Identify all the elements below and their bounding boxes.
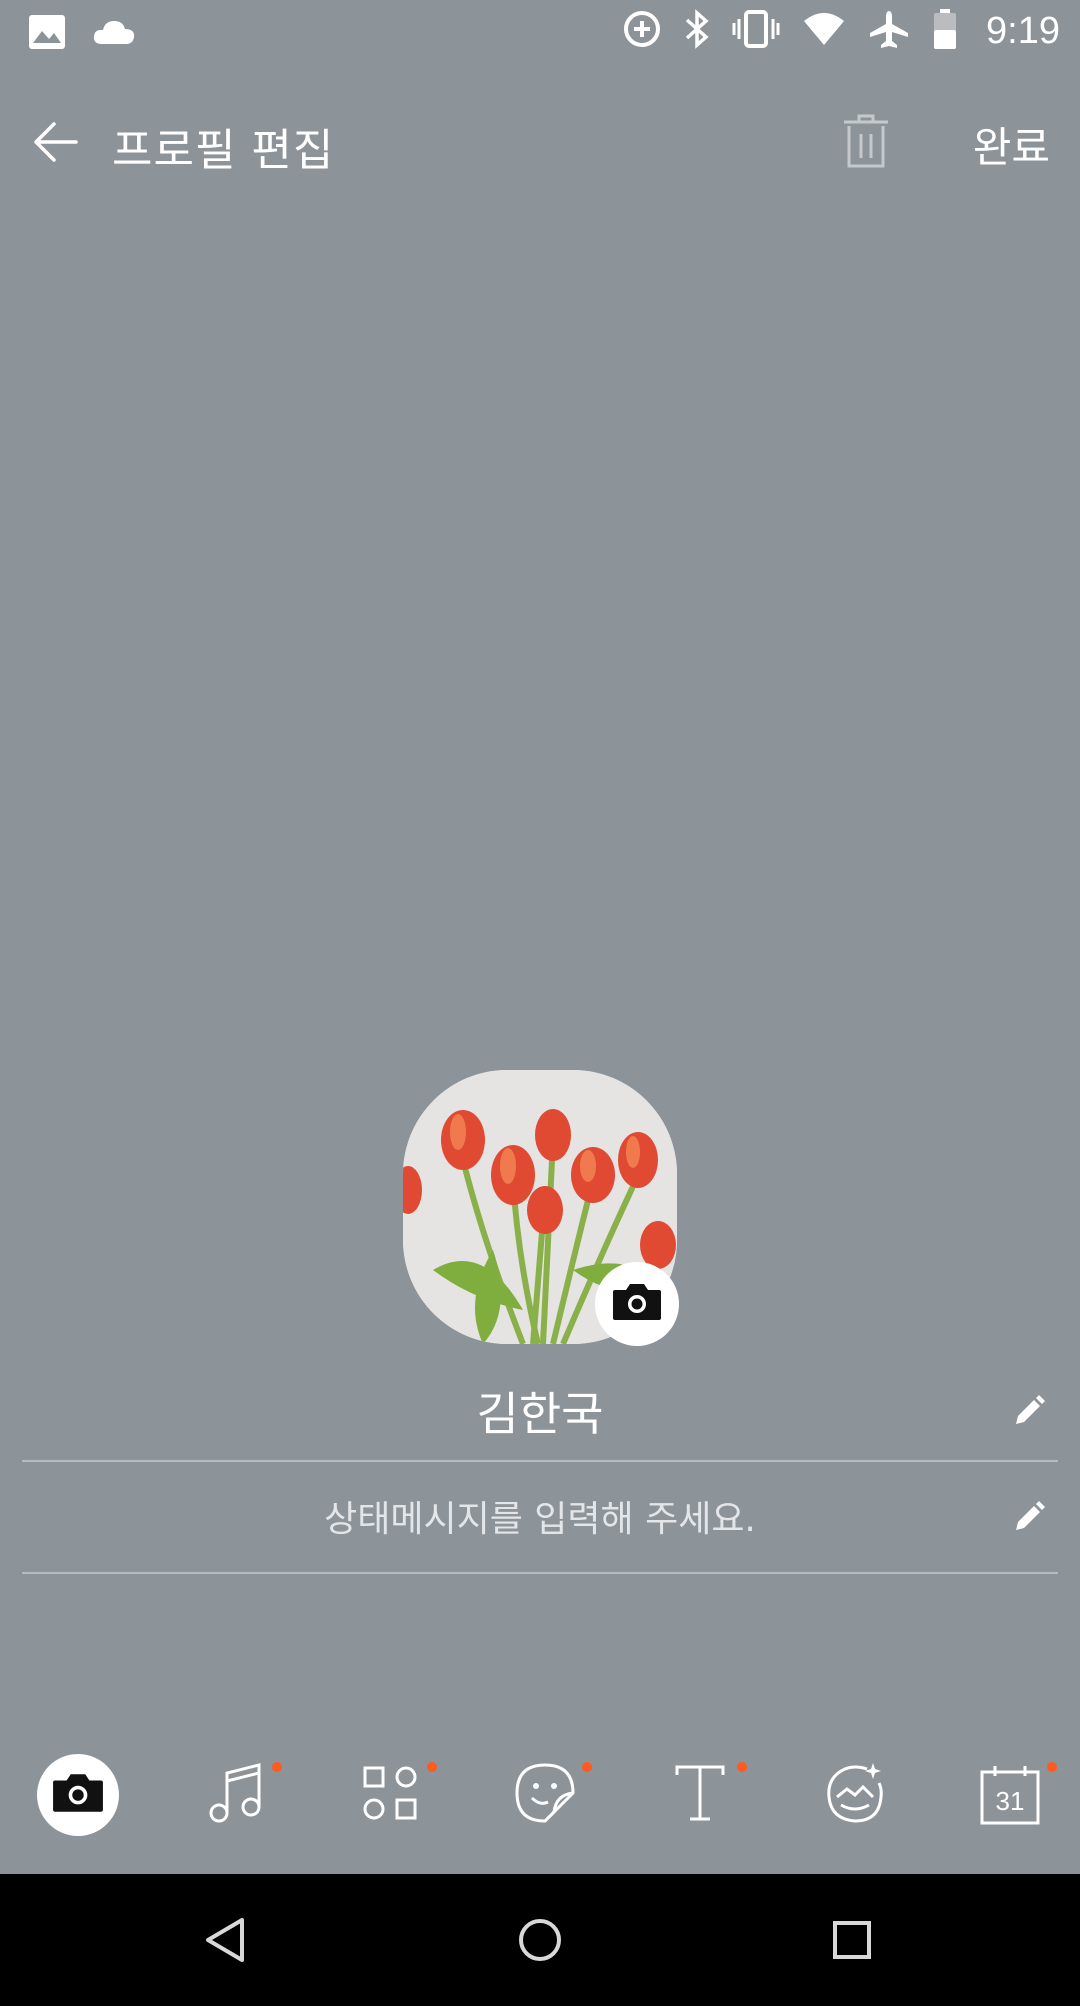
new-dot bbox=[272, 1762, 282, 1772]
new-dot bbox=[582, 1762, 592, 1772]
bluetooth-icon bbox=[684, 9, 710, 53]
circle-home-icon bbox=[510, 1919, 570, 1974]
calendar-day-label: 31 bbox=[995, 1786, 1025, 1816]
profile-photo-container bbox=[403, 1070, 679, 1346]
pencil-icon[interactable] bbox=[1012, 1394, 1046, 1428]
tool-calendar[interactable]: 31 bbox=[955, 1740, 1065, 1850]
delete-button[interactable] bbox=[840, 112, 892, 170]
profile-name: 김한국 bbox=[476, 1387, 604, 1441]
pencil-icon[interactable] bbox=[1012, 1500, 1046, 1534]
tool-widgets[interactable] bbox=[335, 1740, 445, 1850]
widgets-icon bbox=[362, 1765, 418, 1825]
effect-icon bbox=[823, 1761, 887, 1829]
tool-photo[interactable] bbox=[37, 1754, 119, 1836]
trash-icon bbox=[840, 114, 892, 174]
system-nav-bar bbox=[0, 1874, 1080, 2006]
done-button[interactable]: 완료 bbox=[973, 114, 1050, 175]
page-title: 프로필 편집 bbox=[112, 125, 335, 176]
name-row[interactable]: 김한국 bbox=[22, 1370, 1058, 1462]
triangle-back-icon bbox=[198, 1918, 258, 1974]
tool-sticker[interactable] bbox=[490, 1740, 600, 1850]
back-button[interactable] bbox=[28, 114, 84, 170]
square-recents-icon bbox=[822, 1921, 882, 1974]
new-dot bbox=[1047, 1762, 1057, 1772]
status-bar: 9:19 bbox=[0, 0, 1080, 66]
battery-icon bbox=[932, 8, 958, 54]
wifi-icon bbox=[802, 11, 846, 51]
new-dot bbox=[737, 1762, 747, 1772]
arrow-left-icon bbox=[28, 122, 84, 174]
edit-toolbar: 31 bbox=[0, 1740, 1080, 1852]
status-message-field: 상태메시지를 입력해 주세요. bbox=[324, 1499, 756, 1540]
airplane-icon bbox=[868, 9, 910, 53]
tool-text[interactable] bbox=[645, 1740, 755, 1850]
nav-back-button[interactable] bbox=[198, 1910, 258, 1970]
status-message-row[interactable]: 상태메시지를 입력해 주세요. bbox=[22, 1462, 1058, 1574]
camera-icon bbox=[611, 1282, 663, 1326]
new-dot bbox=[427, 1762, 437, 1772]
calendar-icon: 31 bbox=[979, 1764, 1041, 1826]
change-photo-button[interactable] bbox=[595, 1262, 679, 1346]
data-saver-icon bbox=[622, 9, 662, 53]
status-time: 9:19 bbox=[986, 9, 1060, 52]
music-note-icon bbox=[205, 1761, 265, 1829]
cloud-icon bbox=[92, 18, 136, 50]
vibrate-icon bbox=[732, 9, 780, 53]
sticker-icon bbox=[514, 1762, 576, 1828]
app-bar: 프로필 편집 완료 bbox=[0, 100, 1080, 182]
tool-music[interactable] bbox=[180, 1740, 290, 1850]
tool-effect[interactable] bbox=[800, 1740, 910, 1850]
camera-icon bbox=[51, 1772, 105, 1818]
nav-home-button[interactable] bbox=[510, 1910, 570, 1970]
text-icon bbox=[674, 1763, 726, 1827]
nav-recents-button[interactable] bbox=[822, 1910, 882, 1970]
image-icon bbox=[28, 14, 66, 54]
